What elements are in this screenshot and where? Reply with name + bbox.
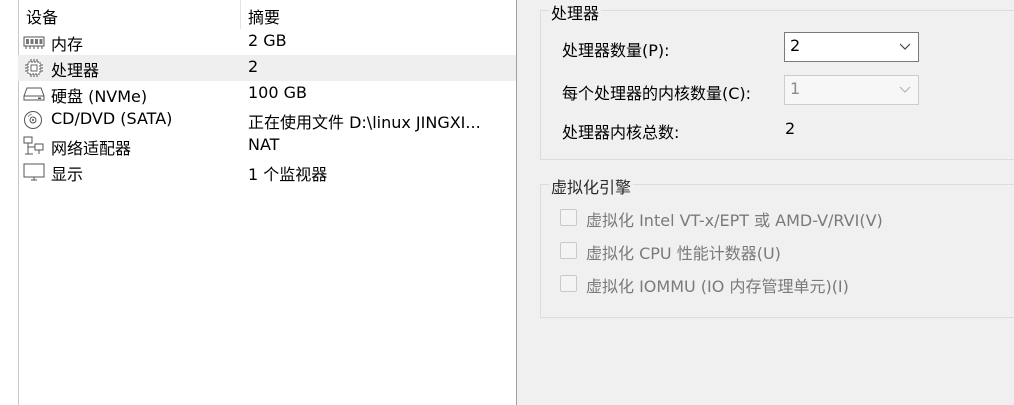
virtualize-vtx-checkbox[interactable] — [560, 209, 577, 226]
memory-icon — [23, 36, 45, 49]
cd-dvd-icon — [24, 111, 42, 129]
device-summary: 正在使用文件 D:\linux JINGXI... — [248, 113, 481, 132]
device-summary: 2 — [248, 57, 259, 76]
processor-count-select[interactable]: 2 — [784, 32, 919, 62]
hard-disk-icon — [23, 87, 45, 101]
device-list: 设备 摘要 内存 2 GB 处理器 2 硬盘 (NVMe) 100 GB CD/… — [0, 0, 517, 405]
device-name: 网络适配器 — [51, 139, 132, 158]
column-header-summary[interactable]: 摘要 — [248, 4, 280, 28]
list-header: 设备 摘要 — [0, 0, 517, 29]
device-name: 显示 — [51, 165, 84, 184]
device-row-processor[interactable]: 处理器 2 — [18, 55, 516, 81]
virtualize-iommu-checkbox[interactable] — [560, 275, 577, 292]
device-row-memory[interactable]: 内存 2 GB — [18, 29, 516, 55]
checkbox-label: 虚拟化 Intel VT-x/EPT 或 AMD-V/RVI(V) — [586, 211, 883, 230]
device-summary: 2 GB — [248, 31, 287, 50]
select-value: 2 — [790, 36, 801, 55]
device-summary: 1 个监视器 — [248, 165, 328, 184]
device-name: 处理器 — [51, 61, 100, 80]
total-cores-value: 2 — [785, 119, 796, 138]
processor-count-label: 处理器数量(P): — [562, 41, 670, 60]
virtualize-cpu-counters-checkbox[interactable] — [560, 242, 577, 259]
checkbox-label: 虚拟化 CPU 性能计数器(U) — [586, 244, 781, 263]
device-row-network-adapter[interactable]: 网络适配器 NAT — [18, 133, 516, 159]
network-adapter-icon — [23, 136, 44, 155]
total-cores-label: 处理器内核总数: — [562, 123, 680, 142]
device-row-cd-dvd[interactable]: CD/DVD (SATA) 正在使用文件 D:\linux JINGXI... — [18, 107, 516, 133]
device-summary: 100 GB — [248, 83, 307, 102]
checkbox-label: 虚拟化 IOMMU (IO 内存管理单元)(I) — [586, 277, 849, 296]
device-row-display[interactable]: 显示 1 个监视器 — [18, 159, 516, 185]
chevron-down-icon — [899, 86, 911, 93]
device-summary: NAT — [248, 135, 280, 154]
chevron-down-icon — [899, 43, 911, 50]
device-row-hard-disk[interactable]: 硬盘 (NVMe) 100 GB — [18, 81, 516, 107]
cores-per-processor-label: 每个处理器的内核数量(C): — [562, 84, 752, 103]
display-icon — [23, 163, 45, 181]
column-header-device[interactable]: 设备 — [26, 4, 58, 28]
select-value: 1 — [790, 79, 801, 98]
cores-per-processor-select[interactable]: 1 — [784, 75, 919, 105]
device-name: 内存 — [51, 35, 84, 54]
device-name: CD/DVD (SATA) — [51, 109, 173, 128]
list-gutter — [0, 0, 19, 405]
group-title: 处理器 — [549, 0, 602, 24]
device-name: 硬盘 (NVMe) — [51, 87, 148, 106]
processor-icon — [25, 59, 43, 77]
group-title: 虚拟化引擎 — [549, 174, 634, 198]
column-divider[interactable] — [240, 0, 241, 29]
